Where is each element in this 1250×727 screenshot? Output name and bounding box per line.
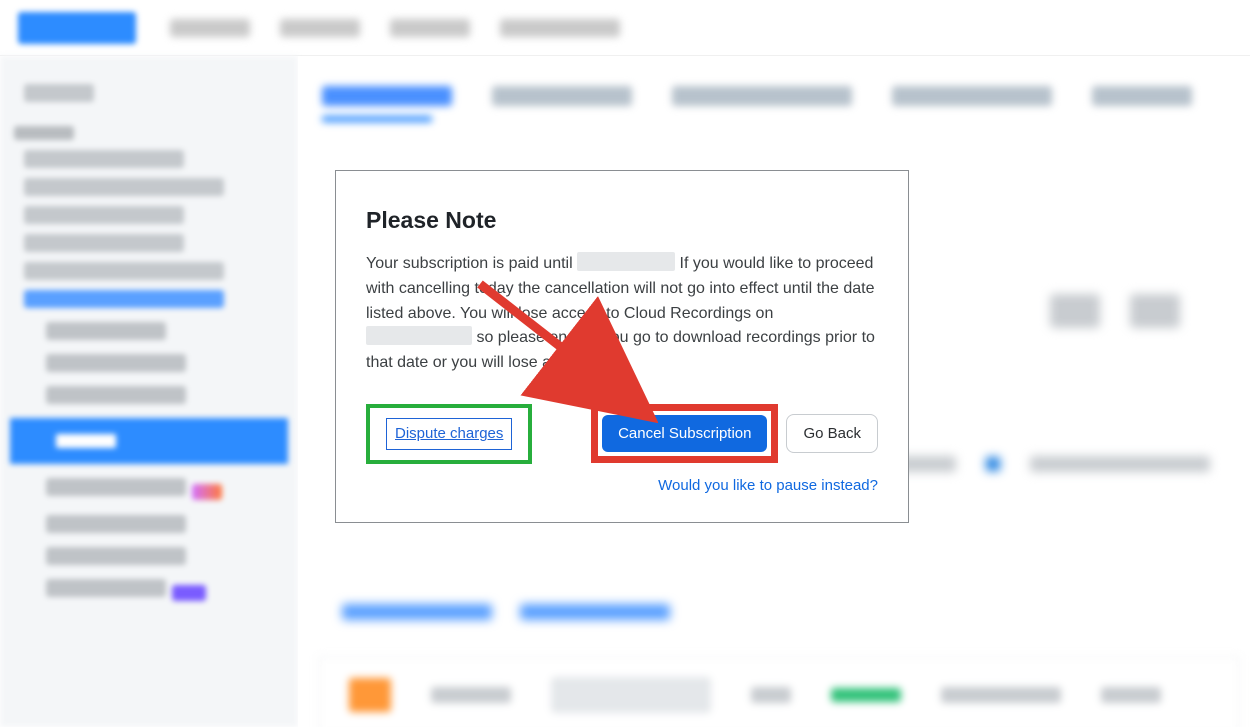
redacted-date-1 [577, 252, 675, 271]
topnav-item[interactable] [390, 19, 470, 37]
tab-item[interactable] [672, 86, 852, 106]
billing-tabs [322, 86, 1226, 106]
sidebar-item-active[interactable] [10, 418, 288, 464]
redacted-date-2 [366, 326, 472, 345]
top-nav [170, 19, 620, 37]
cancel-subscription-dialog: Please Note Your subscription is paid un… [335, 170, 909, 523]
plan-card [318, 656, 1240, 727]
brand-logo [18, 12, 136, 44]
topnav-item[interactable] [280, 19, 360, 37]
dispute-charges-link[interactable]: Dispute charges [395, 425, 503, 442]
tab-current[interactable] [322, 86, 452, 106]
go-back-button[interactable]: Go Back [786, 414, 878, 453]
tab-item[interactable] [492, 86, 632, 106]
dialog-body: Your subscription is paid until If you w… [366, 252, 878, 376]
annotation-green-box: Dispute charges [366, 404, 532, 464]
topnav-item[interactable] [500, 19, 620, 37]
topnav-item[interactable] [170, 19, 250, 37]
sidebar [0, 56, 298, 727]
tab-item[interactable] [892, 86, 1052, 106]
pause-instead-link[interactable]: Would you like to pause instead? [658, 477, 878, 494]
dialog-title: Please Note [366, 207, 878, 234]
cancel-subscription-button[interactable]: Cancel Subscription [602, 415, 767, 452]
tab-item[interactable] [1092, 86, 1192, 106]
annotation-red-box: Cancel Subscription [591, 404, 778, 463]
top-bar [0, 0, 1250, 56]
